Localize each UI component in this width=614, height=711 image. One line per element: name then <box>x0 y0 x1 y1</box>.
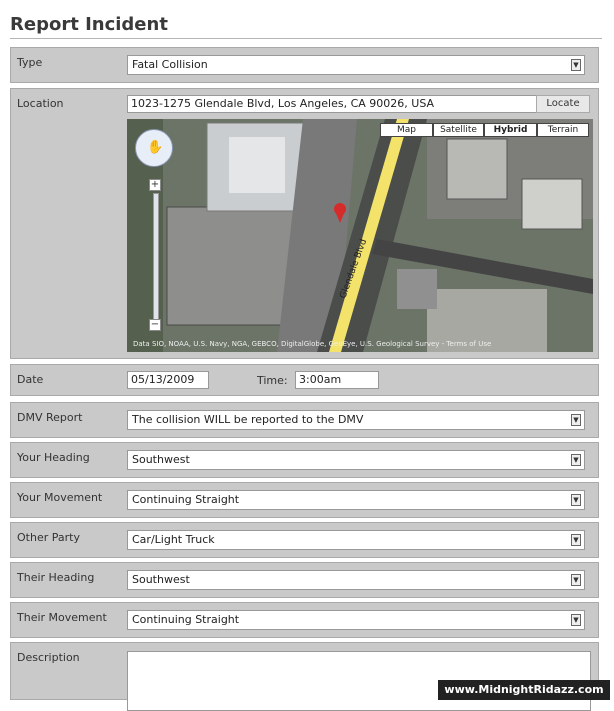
type-row: Type Fatal Collision ▼ <box>10 47 599 83</box>
location-label: Location <box>17 97 64 110</box>
location-input-value: 1023-1275 Glendale Blvd, Los Angeles, CA… <box>131 97 435 110</box>
your-movement-select[interactable]: Continuing Straight ▼ <box>127 490 585 510</box>
page-title: Report Incident <box>10 14 602 39</box>
other-party-select[interactable]: Car/Light Truck ▼ <box>127 530 585 550</box>
their-heading-label: Their Heading <box>17 571 95 584</box>
zoom-in-button[interactable]: + <box>149 179 161 191</box>
date-row: Date 05/13/2009 Time: 3:00am <box>10 364 599 396</box>
other-party-label: Other Party <box>17 531 80 544</box>
your-movement-row: Your Movement Continuing Straight ▼ <box>10 482 599 518</box>
zoom-out-button[interactable]: − <box>149 319 161 331</box>
date-input[interactable]: 05/13/2009 <box>127 371 209 389</box>
their-movement-label: Their Movement <box>17 611 107 624</box>
satellite-imagery: Glendale Blvd <box>127 119 593 352</box>
map-type-map-button[interactable]: Map <box>380 123 433 137</box>
chevron-down-icon: ▼ <box>571 614 581 626</box>
your-heading-label: Your Heading <box>17 451 90 464</box>
their-movement-row: Their Movement Continuing Straight ▼ <box>10 602 599 638</box>
time-input[interactable]: 3:00am <box>295 371 379 389</box>
location-input[interactable]: 1023-1275 Glendale Blvd, Los Angeles, CA… <box>127 95 537 113</box>
other-party-value: Car/Light Truck <box>132 533 215 546</box>
description-label: Description <box>17 651 80 664</box>
your-movement-label: Your Movement <box>17 491 103 504</box>
your-heading-select[interactable]: Southwest ▼ <box>127 450 585 470</box>
your-movement-value: Continuing Straight <box>132 493 240 506</box>
your-heading-value: Southwest <box>132 453 190 466</box>
their-movement-value: Continuing Straight <box>132 613 240 626</box>
chevron-down-icon: ▼ <box>571 574 581 586</box>
your-heading-row: Your Heading Southwest ▼ <box>10 442 599 478</box>
type-select[interactable]: Fatal Collision ▼ <box>127 55 585 75</box>
time-label: Time: <box>257 374 288 387</box>
chevron-down-icon: ▼ <box>571 454 581 466</box>
location-row: Location 1023-1275 Glendale Blvd, Los An… <box>10 88 599 359</box>
map-type-terrain-button[interactable]: Terrain <box>537 123 589 137</box>
locate-button[interactable]: Locate <box>536 95 590 113</box>
zoom-slider[interactable] <box>153 193 159 321</box>
type-select-value: Fatal Collision <box>132 58 208 71</box>
their-heading-select[interactable]: Southwest ▼ <box>127 570 585 590</box>
site-watermark: www.MidnightRidazz.com <box>438 680 610 700</box>
map-type-hybrid-button[interactable]: Hybrid <box>484 123 537 137</box>
pan-control[interactable]: ✋ <box>135 129 173 167</box>
map-view[interactable]: Glendale Blvd ✋ + − Map Satellite Hybrid… <box>127 119 593 352</box>
their-heading-value: Southwest <box>132 573 190 586</box>
their-movement-select[interactable]: Continuing Straight ▼ <box>127 610 585 630</box>
type-label: Type <box>17 56 43 69</box>
chevron-down-icon: ▼ <box>571 534 581 546</box>
map-type-satellite-button[interactable]: Satellite <box>433 123 484 137</box>
dmv-select-value: The collision WILL be reported to the DM… <box>132 413 364 426</box>
chevron-down-icon: ▼ <box>571 414 581 426</box>
their-heading-row: Their Heading Southwest ▼ <box>10 562 599 598</box>
map-credit: Data SIO, NOAA, U.S. Navy, NGA, GEBCO, D… <box>133 340 492 348</box>
other-party-row: Other Party Car/Light Truck ▼ <box>10 522 599 558</box>
dmv-label: DMV Report <box>17 411 83 424</box>
date-label: Date <box>17 373 44 386</box>
chevron-down-icon: ▼ <box>571 494 581 506</box>
dmv-row: DMV Report The collision WILL be reporte… <box>10 402 599 438</box>
dmv-select[interactable]: The collision WILL be reported to the DM… <box>127 410 585 430</box>
hand-icon: ✋ <box>147 140 164 155</box>
chevron-down-icon: ▼ <box>571 59 581 71</box>
